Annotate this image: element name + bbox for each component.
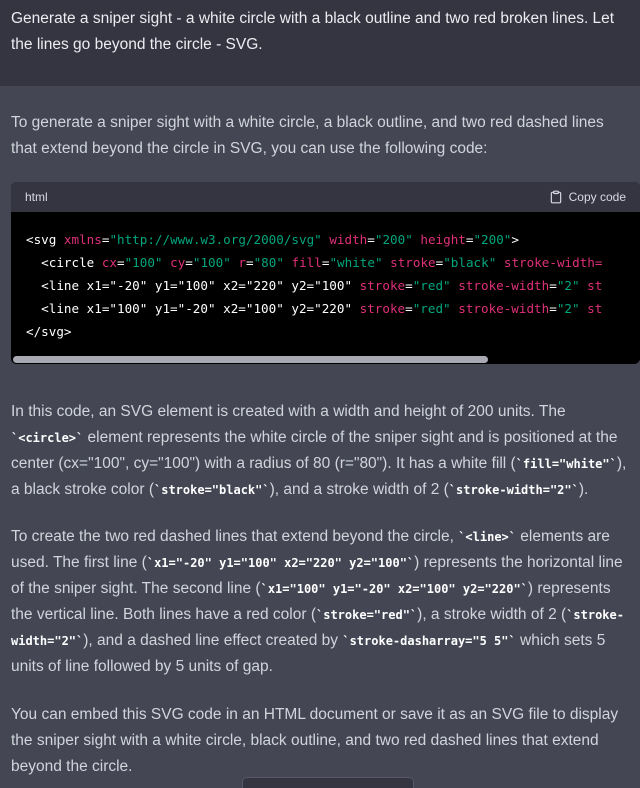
- code-line: <line x1="100" y1="-20" x2="100" y2="220…: [26, 301, 603, 316]
- code-header: html Copy code: [11, 182, 640, 212]
- code-line: <circle cx="100" cy="100" r="80" fill="w…: [26, 255, 603, 270]
- inline-code: `<line>`: [458, 530, 516, 544]
- explanation-paragraph-2: To create the two red dashed lines that …: [11, 524, 631, 680]
- code-block: html Copy code <svg xmlns="http://www.w3…: [11, 182, 640, 364]
- copy-code-label: Copy code: [568, 190, 626, 204]
- code-line: </svg>: [26, 324, 72, 339]
- inline-code: `x1="100" y1="-20" x2="100" y2="220"`: [260, 582, 528, 596]
- inline-code: `stroke="black"`: [154, 483, 270, 497]
- copy-code-button[interactable]: Copy code: [549, 190, 626, 204]
- text-span: In this code, an SVG element is created …: [11, 403, 566, 420]
- inline-code: `stroke-width="2"`: [448, 483, 579, 497]
- inline-code: `<circle>`: [11, 431, 84, 445]
- explanation-paragraph-1: In this code, an SVG element is created …: [11, 399, 631, 503]
- text-span: To create the two red dashed lines that …: [11, 528, 459, 545]
- closing-text: You can embed this SVG code in an HTML d…: [11, 706, 619, 775]
- inline-code: `stroke-dasharray="5 5"`: [342, 634, 516, 648]
- regenerate-button[interactable]: [242, 777, 414, 788]
- scrollbar-thumb[interactable]: [13, 356, 488, 363]
- text-span: ).: [578, 481, 589, 498]
- code-line: <svg xmlns="http://www.w3.org/2000/svg" …: [26, 232, 519, 247]
- code-content[interactable]: <svg xmlns="http://www.w3.org/2000/svg" …: [11, 212, 640, 343]
- intro-text: To generate a sniper sight with a white …: [11, 114, 604, 157]
- code-language: html: [25, 190, 48, 204]
- assistant-intro: To generate a sniper sight with a white …: [11, 110, 631, 162]
- inline-code: `x1="-20" y1="100" x2="220" y2="100"`: [146, 556, 415, 570]
- inline-code: `stroke="red"`: [316, 608, 418, 622]
- user-message: Generate a sniper sight - a white circle…: [11, 10, 615, 53]
- text-span: ), and a stroke width of 2 (: [269, 481, 449, 498]
- code-line: <line x1="-20" y1="100" x2="220" y2="100…: [26, 278, 603, 293]
- text-span: ), and a dashed line effect created by: [83, 632, 343, 649]
- text-span: ), a stroke width of 2 (: [417, 606, 567, 623]
- inline-code: `fill="white"`: [515, 457, 617, 471]
- horizontal-scrollbar[interactable]: [11, 354, 640, 364]
- clipboard-icon: [550, 190, 561, 204]
- explanation-paragraph-3: You can embed this SVG code in an HTML d…: [11, 702, 631, 780]
- user-message-block: Generate a sniper sight - a white circle…: [0, 0, 640, 86]
